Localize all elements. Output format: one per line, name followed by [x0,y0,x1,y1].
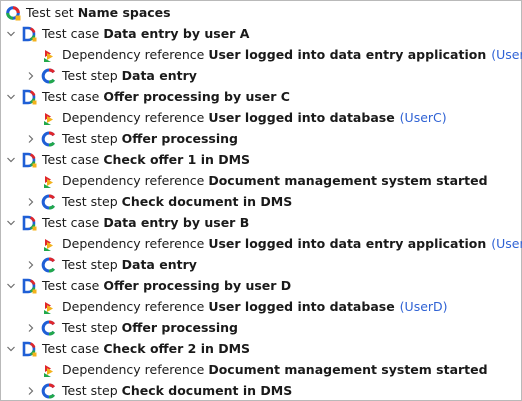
chevron-right-icon[interactable] [24,321,38,335]
test-step-icon [41,68,57,84]
tree-node-test-step[interactable]: Test step Offer processing [1,317,521,338]
node-type-label: Test step [62,131,118,146]
node-type-label: Test case [42,341,100,356]
node-name: User logged into data entry application [208,236,487,251]
node-type-label: Test case [42,215,100,230]
node-type-label: Dependency reference [62,47,205,62]
tree-node-dependency-reference[interactable]: Dependency reference Document management… [1,170,521,191]
node-name: Check document in DMS [121,194,293,209]
node-name: Offer processing [121,131,238,146]
node-name: Data entry by user A [103,26,250,41]
chevron-down-icon[interactable] [4,90,18,104]
chevron-down-icon[interactable] [4,342,18,356]
chevron-down-icon[interactable] [4,279,18,293]
test-step-icon [41,257,57,273]
dependency-reference-icon [41,110,57,126]
chevron-right-icon[interactable] [24,132,38,146]
chevron-down-icon[interactable] [4,216,18,230]
node-name: Name spaces [77,5,171,20]
node-type-label: Dependency reference [62,173,205,188]
node-type-label: Test set [26,5,74,20]
dependency-reference-icon [41,47,57,63]
node-name: Document management system started [208,173,488,188]
node-type-label: Dependency reference [62,362,205,377]
dependency-reference-icon [41,236,57,252]
tree-node-test-step[interactable]: Test step Check document in DMS [1,380,521,401]
tree-node-test-case[interactable]: Test case Offer processing by user D [1,275,521,296]
tree-node-test-step[interactable]: Test step Data entry [1,65,521,86]
tree-node-test-step[interactable]: Test step Check document in DMS [1,191,521,212]
tree-node-test-case[interactable]: Test case Data entry by user B [1,212,521,233]
node-name: Check offer 1 in DMS [103,152,251,167]
tree-node-dependency-reference[interactable]: Dependency reference Document management… [1,359,521,380]
node-type-label: Test step [62,68,118,83]
chevron-right-icon[interactable] [24,384,38,398]
tree-node-dependency-reference[interactable]: Dependency reference User logged into da… [1,44,522,65]
node-name: Check offer 2 in DMS [103,341,251,356]
chevron-down-icon[interactable] [4,153,18,167]
node-name: Document management system started [208,362,488,377]
tree-node-dependency-reference[interactable]: Dependency reference User logged into da… [1,233,522,254]
test-tree: Test set Name spaces Test case Data entr… [0,0,522,401]
tree-node-test-step[interactable]: Test step Data entry [1,254,521,275]
node-type-label: Test step [62,194,118,209]
node-type-label: Test step [62,257,118,272]
node-name: Offer processing [121,320,238,335]
node-type-label: Dependency reference [62,236,205,251]
node-type-label: Test case [42,152,100,167]
node-name: User logged into data entry application [208,47,487,62]
tree-node-dependency-reference[interactable]: Dependency reference User logged into da… [1,296,521,317]
chevron-down-icon[interactable] [4,27,18,41]
tree-node-test-case[interactable]: Test case Data entry by user A [1,23,521,44]
test-case-icon [21,152,37,168]
user-reference-label: (UserA) [491,47,522,62]
test-case-icon [21,215,37,231]
test-case-icon [21,278,37,294]
user-reference-label: (UserC) [399,110,447,125]
node-name: Data entry [121,68,197,83]
chevron-right-icon[interactable] [24,258,38,272]
chevron-right-icon[interactable] [24,195,38,209]
node-name: Data entry by user B [103,215,250,230]
test-step-icon [41,194,57,210]
test-step-icon [41,383,57,399]
test-case-icon [21,26,37,42]
test-step-icon [41,320,57,336]
node-type-label: Dependency reference [62,110,205,125]
test-case-icon [21,341,37,357]
test-case-icon [21,89,37,105]
node-type-label: Test step [62,383,118,398]
node-name: Offer processing by user D [103,278,292,293]
tree-node-test-case[interactable]: Test case Check offer 1 in DMS [1,149,521,170]
node-name: User logged into database [208,299,395,314]
test-step-icon [41,131,57,147]
tree-node-test-set[interactable]: Test set Name spaces [1,2,521,23]
tree-node-test-step[interactable]: Test step Offer processing [1,128,521,149]
dependency-reference-icon [41,362,57,378]
node-type-label: Test step [62,320,118,335]
dependency-reference-icon [41,173,57,189]
node-name: Offer processing by user C [103,89,290,104]
dependency-reference-icon [41,299,57,315]
node-type-label: Test case [42,89,100,104]
node-type-label: Test case [42,26,100,41]
node-type-label: Test case [42,278,100,293]
node-name: Data entry [121,257,197,272]
tree-node-dependency-reference[interactable]: Dependency reference User logged into da… [1,107,521,128]
node-name: Check document in DMS [121,383,293,398]
user-reference-label: (UserB) [491,236,522,251]
tree-node-test-case[interactable]: Test case Offer processing by user C [1,86,521,107]
node-type-label: Dependency reference [62,299,205,314]
node-name: User logged into database [208,110,395,125]
test-set-icon [5,5,21,21]
chevron-right-icon[interactable] [24,69,38,83]
user-reference-label: (UserD) [399,299,448,314]
tree-node-test-case[interactable]: Test case Check offer 2 in DMS [1,338,521,359]
